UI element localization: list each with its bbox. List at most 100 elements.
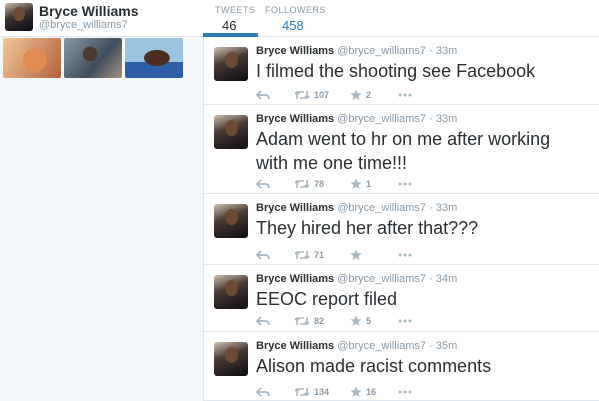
tweet[interactable]: Bryce Williams @bryce_williams7 · 33m Ad… xyxy=(204,105,599,194)
star-icon xyxy=(350,89,362,100)
more-button[interactable] xyxy=(398,182,412,186)
separator-dot: · xyxy=(429,113,433,125)
reply-button[interactable] xyxy=(256,179,294,189)
retweet-count: 71 xyxy=(314,250,325,260)
photo-strip xyxy=(3,38,183,78)
favorite-count: 1 xyxy=(366,179,372,189)
reply-button[interactable] xyxy=(256,387,294,397)
separator-dot: · xyxy=(429,340,433,352)
separator-dot: · xyxy=(429,202,433,214)
tweet-avatar[interactable] xyxy=(214,115,248,149)
tweet-author-name[interactable]: Bryce Williams xyxy=(256,273,334,285)
tweet[interactable]: Bryce Williams @bryce_williams7 · 33m Th… xyxy=(204,194,599,265)
reply-icon xyxy=(256,90,270,100)
reply-button[interactable] xyxy=(256,250,294,260)
tweet-text: They hired her after that??? xyxy=(256,218,479,238)
tweet-author-handle[interactable]: @bryce_williams7 xyxy=(337,273,426,285)
retweet-count: 82 xyxy=(314,316,325,326)
tweet-author-handle[interactable]: @bryce_williams7 xyxy=(337,340,426,352)
retweet-button[interactable]: 71 xyxy=(294,250,350,260)
retweet-count: 107 xyxy=(314,90,330,100)
more-icon xyxy=(398,182,412,186)
reply-button[interactable] xyxy=(256,316,294,326)
tweet-avatar[interactable] xyxy=(214,204,248,238)
followers-count-label: FOLLOWERS xyxy=(265,5,327,15)
tweet[interactable]: Bryce Williams @bryce_williams7 · 35m Al… xyxy=(204,332,599,401)
tweet-timestamp[interactable]: 33m xyxy=(436,113,457,125)
tweet-actions: 71 xyxy=(256,249,412,261)
more-button[interactable] xyxy=(398,319,412,323)
tweet-author-handle[interactable]: @bryce_williams7 xyxy=(337,202,426,214)
tweet-author-name[interactable]: Bryce Williams xyxy=(256,340,334,352)
retweet-count: 78 xyxy=(314,179,325,189)
photo-thumbnail[interactable] xyxy=(3,38,61,78)
retweet-button[interactable]: 107 xyxy=(294,90,350,100)
tweet-timestamp[interactable]: 35m xyxy=(436,340,457,352)
photo-thumbnail[interactable] xyxy=(64,38,122,78)
separator-dot: · xyxy=(429,45,433,57)
star-icon xyxy=(350,315,362,326)
star-icon xyxy=(350,178,362,189)
tweet-author-name[interactable]: Bryce Williams xyxy=(256,45,334,57)
tweet-header: Bryce Williams @bryce_williams7 · 34m xyxy=(256,273,457,285)
more-icon xyxy=(398,93,412,97)
tweet-avatar[interactable] xyxy=(214,47,248,81)
tweet-text: EEOC report filed xyxy=(256,289,398,309)
profile-name[interactable]: Bryce Williams xyxy=(39,3,138,19)
avatar[interactable] xyxy=(5,3,33,31)
tweet-header: Bryce Williams @bryce_williams7 · 33m xyxy=(256,45,457,57)
favorite-button[interactable]: 5 xyxy=(350,315,398,327)
retweet-button[interactable]: 134 xyxy=(294,387,350,397)
retweet-icon xyxy=(294,179,310,189)
more-icon xyxy=(398,253,412,257)
tweet-timestamp[interactable]: 33m xyxy=(436,202,457,214)
tweet-actions: 82 5 xyxy=(256,315,412,327)
tweet-text: Adam went to hr on me after working with… xyxy=(256,129,551,173)
tweet-timestamp[interactable]: 33m xyxy=(436,45,457,57)
tweets-count-label: TWEETS xyxy=(215,5,256,15)
tweet[interactable]: Bryce Williams @bryce_williams7 · 34m EE… xyxy=(204,265,599,332)
separator-dot: · xyxy=(429,273,433,285)
retweet-icon xyxy=(294,90,310,100)
tweet-timestamp[interactable]: 34m xyxy=(436,273,457,285)
favorite-button[interactable]: 1 xyxy=(350,178,398,190)
more-icon xyxy=(398,390,412,394)
favorite-button[interactable] xyxy=(350,249,398,261)
tweet[interactable]: Bryce Williams @bryce_williams7 · 33m I … xyxy=(204,37,599,105)
favorite-count: 16 xyxy=(366,387,377,397)
profile-text: Bryce Williams @bryce_williams7 xyxy=(39,3,138,32)
tab-followers[interactable]: FOLLOWERS 458 xyxy=(265,5,326,33)
profile-card[interactable]: Bryce Williams @bryce_williams7 xyxy=(5,3,138,32)
retweet-button[interactable]: 78 xyxy=(294,179,350,189)
tweet-author-handle[interactable]: @bryce_williams7 xyxy=(337,113,426,125)
more-button[interactable] xyxy=(398,390,412,394)
favorite-button[interactable]: 2 xyxy=(350,89,398,101)
retweet-count: 134 xyxy=(314,387,330,397)
photo-thumbnail[interactable] xyxy=(125,38,183,78)
retweet-icon xyxy=(294,250,310,260)
retweet-icon xyxy=(294,316,310,326)
tweet-text: Alison made racist comments xyxy=(256,356,492,376)
reply-icon xyxy=(256,250,270,260)
tweet-author-name[interactable]: Bryce Williams xyxy=(256,202,334,214)
tweet-header: Bryce Williams @bryce_williams7 · 35m xyxy=(256,340,457,352)
tweet-author-handle[interactable]: @bryce_williams7 xyxy=(337,45,426,57)
tweet-text: I filmed the shooting see Facebook xyxy=(256,61,536,81)
reply-icon xyxy=(256,179,270,189)
more-button[interactable] xyxy=(398,93,412,97)
favorite-count: 2 xyxy=(366,90,372,100)
tweet-author-name[interactable]: Bryce Williams xyxy=(256,113,334,125)
favorite-count: 5 xyxy=(366,316,372,326)
more-button[interactable] xyxy=(398,253,412,257)
star-icon xyxy=(350,249,362,260)
favorite-button[interactable]: 16 xyxy=(350,386,398,398)
tweet-avatar[interactable] xyxy=(214,342,248,376)
tweet-actions: 78 1 xyxy=(256,178,412,190)
tweet-actions: 107 2 xyxy=(256,89,412,101)
reply-icon xyxy=(256,387,270,397)
tweet-avatar[interactable] xyxy=(214,275,248,309)
tweets-count: 46 xyxy=(222,18,237,33)
reply-button[interactable] xyxy=(256,90,294,100)
retweet-button[interactable]: 82 xyxy=(294,316,350,326)
tab-tweets[interactable]: TWEETS 46 xyxy=(215,5,256,33)
